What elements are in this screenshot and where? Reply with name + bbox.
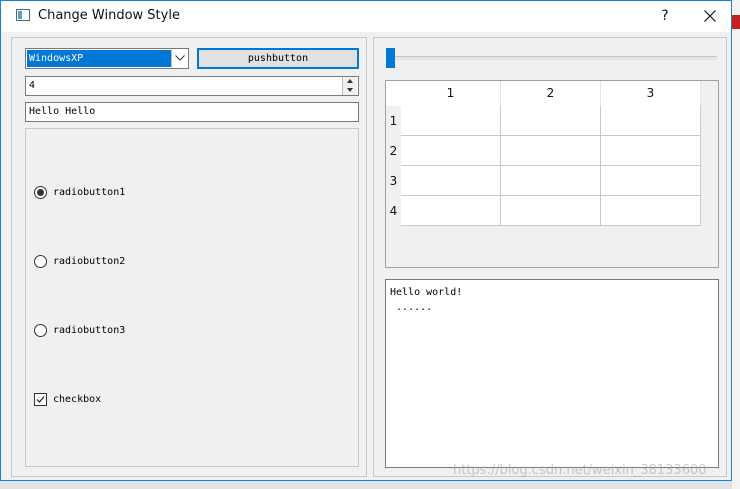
table-widget[interactable]: 1 2 3 1 2 3 4 <box>385 80 719 268</box>
right-panel: 1 2 3 1 2 3 4 Hello world! ...... <box>373 37 727 477</box>
table-cell[interactable] <box>401 196 501 226</box>
column-header[interactable]: 3 <box>601 81 701 106</box>
line-edit-value: Hello Hello <box>29 106 96 117</box>
spinbox[interactable]: 4 <box>25 76 359 96</box>
radio-indicator <box>34 186 47 199</box>
slider-handle[interactable] <box>386 48 395 68</box>
spinbox-value: 4 <box>29 80 36 91</box>
text-edit-line: ...... <box>390 302 433 313</box>
style-combobox-value: WindowsXP <box>27 50 172 67</box>
checkbox-indicator <box>34 393 47 406</box>
combobox-dropdown-button[interactable] <box>171 49 188 68</box>
background-app-red-marker <box>732 15 740 29</box>
text-line-edit[interactable]: Hello Hello <box>25 102 359 122</box>
chevron-down-icon <box>175 55 185 61</box>
radio-label: radiobutton2 <box>53 256 126 267</box>
text-edit[interactable]: Hello world! ...... <box>385 279 719 468</box>
table-cell[interactable] <box>501 166 601 196</box>
row-header[interactable]: 1 <box>386 106 401 136</box>
options-group-box: radiobutton1 radiobutton2 radiobutton3 c… <box>25 128 359 467</box>
background-app-strip <box>732 0 740 489</box>
table-cell[interactable] <box>401 106 501 136</box>
title-bar[interactable]: Change Window Style ? <box>1 1 731 32</box>
spin-down-button[interactable] <box>343 86 357 95</box>
slider-groove[interactable] <box>387 56 717 60</box>
table-cell[interactable] <box>601 106 701 136</box>
main-window: Change Window Style ? WindowsXP pushbutt… <box>0 0 732 481</box>
row-header[interactable]: 2 <box>386 136 401 166</box>
table-cell[interactable] <box>401 136 501 166</box>
checkbox-label: checkbox <box>53 394 102 405</box>
watermark: https://blog.csdn.net/weixin_38133600 <box>453 463 707 478</box>
column-header[interactable]: 1 <box>401 81 501 106</box>
row-header[interactable]: 3 <box>386 166 401 196</box>
push-button[interactable]: pushbutton <box>197 48 359 69</box>
radio-indicator <box>34 255 47 268</box>
left-panel: WindowsXP pushbutton 4 Hello Hello radio… <box>11 37 367 477</box>
arrow-down-icon <box>347 88 353 92</box>
app-window-icon <box>16 9 30 21</box>
radio-label: radiobutton1 <box>53 187 126 198</box>
table-cell[interactable] <box>501 136 601 166</box>
arrow-up-icon <box>347 79 353 83</box>
column-header[interactable]: 2 <box>501 81 601 106</box>
table-corner <box>386 81 401 106</box>
radio-label: radiobutton3 <box>53 325 126 336</box>
text-edit-line: Hello world! <box>390 287 463 298</box>
row-header[interactable]: 4 <box>386 196 401 226</box>
close-icon <box>704 10 716 22</box>
checkmark-icon <box>36 396 45 403</box>
radio-indicator <box>34 324 47 337</box>
spinbox-buttons <box>342 77 358 95</box>
table-cell[interactable] <box>501 196 601 226</box>
table-cell[interactable] <box>401 166 501 196</box>
window-title: Change Window Style <box>38 8 180 23</box>
close-button[interactable] <box>687 1 733 32</box>
help-button[interactable]: ? <box>643 1 687 32</box>
table-cell[interactable] <box>601 196 701 226</box>
table-cell[interactable] <box>501 106 601 136</box>
style-combobox[interactable]: WindowsXP <box>25 48 189 69</box>
table-cell[interactable] <box>601 166 701 196</box>
table-cell[interactable] <box>601 136 701 166</box>
